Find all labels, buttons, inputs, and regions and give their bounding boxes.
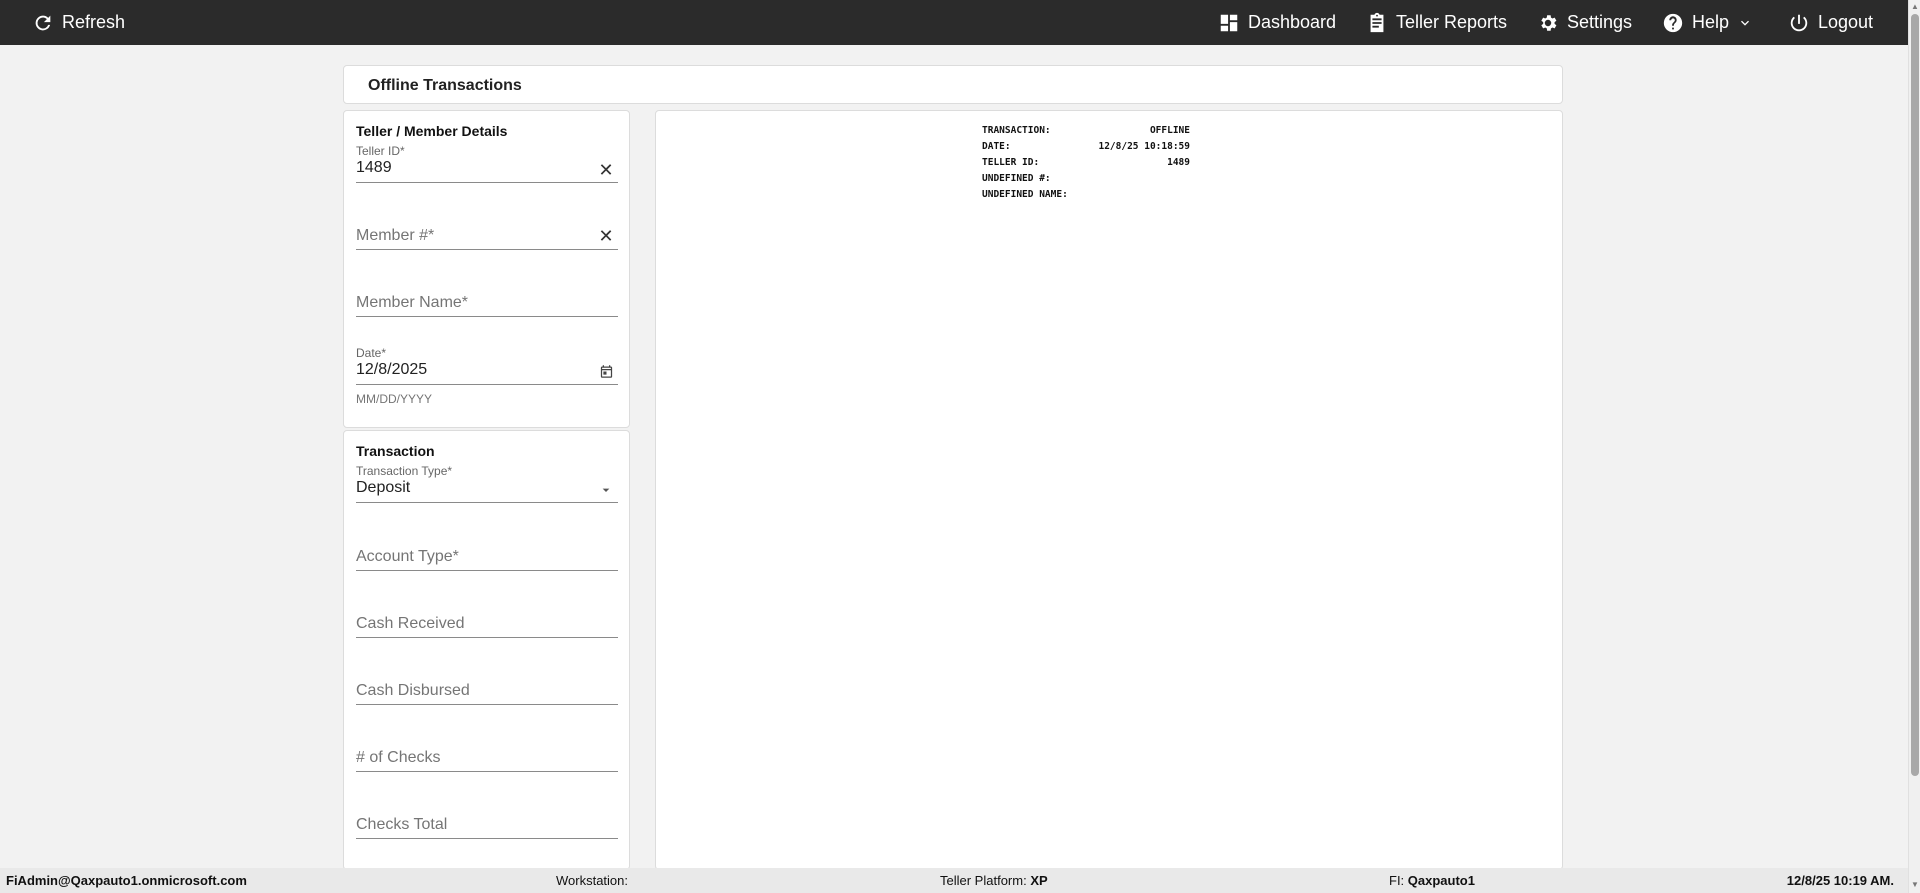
transaction-type-label: Transaction Type* [356, 464, 453, 478]
member-number-underline [356, 249, 618, 250]
dashboard-label: Dashboard [1248, 12, 1337, 32]
workstation-label: Workstation: [556, 873, 629, 888]
date-value[interactable]: 12/8/2025 [356, 361, 427, 379]
fi-label: FI: [1389, 873, 1405, 888]
footer-datetime: 12/8/25 10:19 AM. [1786, 873, 1894, 888]
cash-received-underline [356, 637, 618, 638]
calendar-icon[interactable] [598, 363, 614, 379]
date-label: Date* [356, 346, 387, 360]
refresh-button[interactable]: Refresh [32, 0, 125, 45]
fi-value: Qaxpauto1 [1407, 873, 1475, 888]
status-footer: FiAdmin@Qaxpauto1.onmicrosoft.com Workst… [0, 868, 1908, 893]
account-type-field[interactable]: Account Type* [356, 532, 618, 572]
receipt-key: UNDEFINED NAME: [982, 189, 1068, 200]
footer-user: FiAdmin@Qaxpauto1.onmicrosoft.com [6, 873, 247, 888]
settings-link[interactable]: Settings [1537, 0, 1632, 45]
cash-disbursed-underline [356, 704, 618, 705]
checks-total-field[interactable]: Checks Total [356, 800, 618, 840]
refresh-icon [35, 15, 51, 30]
help-icon [1663, 13, 1683, 32]
receipt-key: TELLER ID: [982, 157, 1040, 168]
scroll-up-arrow-icon[interactable]: ▲ [1910, 2, 1920, 12]
teller-id-value[interactable]: 1489 [356, 159, 392, 177]
transaction-type-select[interactable]: Transaction Type* Deposit [356, 464, 618, 504]
receipt-value: 1489 [1167, 157, 1190, 168]
transaction-title: Transaction [356, 443, 435, 459]
receipt-value: 12/8/25 10:18:59 [1098, 141, 1190, 152]
teller-id-field[interactable]: Teller ID* 1489 ✕ [356, 144, 618, 184]
teller-id-underline [356, 182, 618, 183]
platform-value: XP [1030, 873, 1048, 888]
member-number-field[interactable]: Member #* ✕ [356, 211, 618, 251]
date-field[interactable]: Date* 12/8/2025 MM/DD/YYYY [356, 346, 618, 410]
refresh-label: Refresh [62, 12, 126, 32]
dashboard-link[interactable]: Dashboard [1218, 0, 1336, 45]
cash-received-placeholder[interactable]: Cash Received [356, 615, 465, 633]
checks-total-placeholder[interactable]: Checks Total [356, 816, 447, 834]
page-header-card: Offline Transactions [343, 65, 1563, 104]
member-number-placeholder[interactable]: Member #* [356, 227, 434, 245]
transaction-card: Transaction Transaction Type* Deposit Ac… [343, 430, 630, 870]
footer-fi: FI: Qaxpauto1 [1389, 873, 1475, 888]
member-name-placeholder[interactable]: Member Name* [356, 294, 468, 312]
number-of-checks-field[interactable]: # of Checks [356, 733, 618, 773]
member-name-field[interactable]: Member Name* [356, 278, 618, 318]
receipt-row: TRANSACTION: OFFLINE [982, 125, 1190, 139]
help-menu[interactable]: Help [1662, 0, 1753, 45]
receipt-key: DATE: [982, 141, 1011, 152]
platform-label: Teller Platform: [940, 873, 1027, 888]
teller-member-details-card: Teller / Member Details Teller ID* 1489 … [343, 110, 630, 428]
receipt-row: UNDEFINED #: [982, 173, 1190, 187]
scroll-down-arrow-icon[interactable]: ▼ [1910, 880, 1920, 890]
power-icon [1790, 14, 1808, 31]
settings-label: Settings [1567, 12, 1633, 32]
date-underline [356, 384, 618, 385]
teller-reports-link[interactable]: Teller Reports [1366, 0, 1507, 45]
cash-received-field[interactable]: Cash Received [356, 599, 618, 639]
footer-workstation: Workstation: [556, 873, 628, 888]
clear-member-number-icon[interactable]: ✕ [598, 226, 614, 246]
logout-label: Logout [1818, 12, 1874, 32]
dashboard-icon [1220, 14, 1238, 31]
cash-disbursed-field[interactable]: Cash Disbursed [356, 666, 618, 706]
top-navigation-bar: Refresh Dashboard Teller Reports Setting… [0, 0, 1908, 45]
receipt-value: OFFLINE [1149, 125, 1190, 136]
receipt-key: UNDEFINED #: [982, 173, 1051, 184]
dropdown-arrow-icon[interactable] [598, 482, 614, 498]
transaction-type-value[interactable]: Deposit [356, 479, 410, 497]
gear-icon [1541, 14, 1557, 31]
receipt-key: TRANSACTION: [982, 125, 1051, 136]
member-name-underline [356, 316, 618, 317]
number-of-checks-placeholder[interactable]: # of Checks [356, 749, 440, 767]
clipboard-icon [1370, 12, 1384, 32]
cash-disbursed-placeholder[interactable]: Cash Disbursed [356, 682, 470, 700]
checks-total-underline [356, 838, 618, 839]
logout-button[interactable]: Logout [1788, 0, 1873, 45]
account-type-underline [356, 570, 618, 571]
vertical-scrollbar[interactable]: ▲ ▼ [1908, 0, 1920, 893]
number-of-checks-underline [356, 771, 618, 772]
teller-id-label: Teller ID* [356, 144, 405, 158]
transaction-type-underline [356, 502, 618, 503]
page-title: Offline Transactions [368, 77, 522, 94]
date-format-hint: MM/DD/YYYY [356, 392, 433, 406]
clear-teller-id-icon[interactable]: ✕ [598, 160, 614, 180]
account-type-placeholder[interactable]: Account Type* [356, 548, 459, 566]
scrollbar-thumb[interactable] [1911, 14, 1919, 776]
teller-member-details-title: Teller / Member Details [356, 123, 508, 139]
teller-reports-label: Teller Reports [1396, 12, 1508, 32]
receipt-row: UNDEFINED NAME: [982, 189, 1190, 203]
help-label: Help [1692, 12, 1730, 32]
receipt-row: DATE: 12/8/25 10:18:59 [982, 141, 1190, 155]
chevron-down-icon [1741, 20, 1750, 26]
receipt-preview-panel: TRANSACTION: OFFLINE DATE: 12/8/25 10:18… [655, 110, 1563, 870]
footer-platform: Teller Platform: XP [940, 873, 1048, 888]
receipt-row: TELLER ID: 1489 [982, 157, 1190, 171]
